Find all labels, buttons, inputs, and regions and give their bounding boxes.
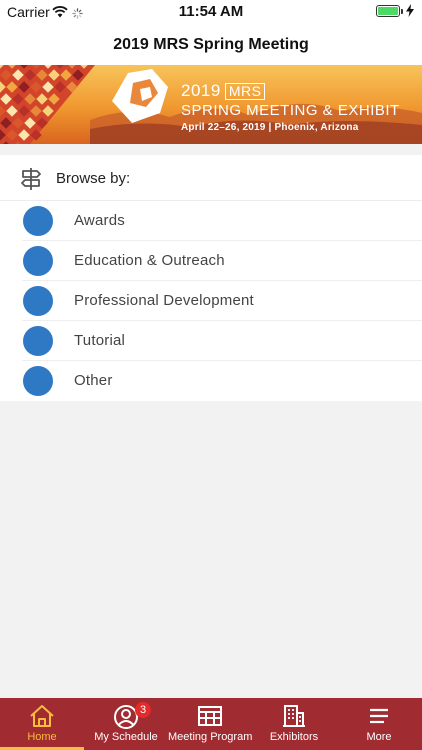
banner-title: SPRING MEETING & EXHIBIT	[181, 102, 400, 119]
hamburger-icon	[336, 704, 422, 728]
banner-org: MRS	[224, 83, 266, 100]
banner-year: 2019	[181, 81, 221, 100]
notification-badge: 3	[135, 702, 151, 718]
list-item-label: Awards	[74, 212, 125, 229]
list-item[interactable]: Awards	[0, 201, 422, 241]
navigation-bar: 2019 MRS Spring Meeting	[0, 24, 422, 65]
tab-bar: Home 3 My Schedule Meeting Program Exhib…	[0, 698, 422, 750]
tab-home-label: Home	[27, 731, 57, 743]
page-title: 2019 MRS Spring Meeting	[113, 36, 309, 53]
browse-list: Browse by: Awards Education & Outreach Pro…	[0, 155, 422, 401]
tab-meeting-program-label: Meeting Program	[168, 731, 253, 743]
list-item[interactable]: Other	[0, 361, 422, 401]
clock: 11:54 AM	[178, 3, 244, 20]
home-icon	[0, 704, 84, 728]
category-dot-icon	[23, 206, 53, 236]
tab-my-schedule-label: My Schedule	[94, 731, 158, 743]
browse-header-label: Browse by:	[56, 170, 131, 187]
battery-icon	[376, 5, 400, 17]
list-item-label: Professional Development	[74, 292, 254, 309]
list-item-label: Education & Outreach	[74, 252, 225, 269]
list-item[interactable]: Professional Development	[0, 281, 422, 321]
category-dot-icon	[23, 326, 53, 356]
category-dot-icon	[23, 246, 53, 276]
calendar-grid-icon	[168, 704, 252, 728]
list-item[interactable]: Education & Outreach	[0, 241, 422, 281]
building-icon	[252, 704, 336, 728]
tab-exhibitors-label: Exhibitors	[269, 731, 319, 743]
tab-my-schedule[interactable]: 3 My Schedule	[84, 698, 168, 750]
tab-more-label: More	[366, 731, 392, 743]
tab-more[interactable]: More	[336, 698, 422, 750]
charging-bolt-icon	[406, 4, 414, 22]
battery-cap	[401, 9, 403, 14]
user-circle-icon	[84, 704, 168, 729]
signpost-icon	[20, 167, 42, 196]
banner-text: 2019 MRS SPRING MEETING & EXHIBIT April 2…	[181, 81, 400, 133]
browse-header: Browse by:	[0, 155, 422, 201]
list-item-label: Other	[74, 372, 113, 389]
tab-meeting-program[interactable]: Meeting Program	[168, 698, 252, 750]
status-bar: Carrier 11:54 AM	[0, 0, 422, 24]
list-item[interactable]: Tutorial	[0, 321, 422, 361]
category-dot-icon	[23, 286, 53, 316]
category-dot-icon	[23, 366, 53, 396]
tab-home[interactable]: Home	[0, 698, 84, 750]
tab-exhibitors[interactable]: Exhibitors	[252, 698, 336, 750]
list-item-label: Tutorial	[74, 332, 126, 349]
event-banner[interactable]: 2019 MRS SPRING MEETING & EXHIBIT April 2…	[0, 65, 422, 144]
banner-dates: April 22–26, 2019 | Phoenix, Arizona	[181, 122, 359, 133]
